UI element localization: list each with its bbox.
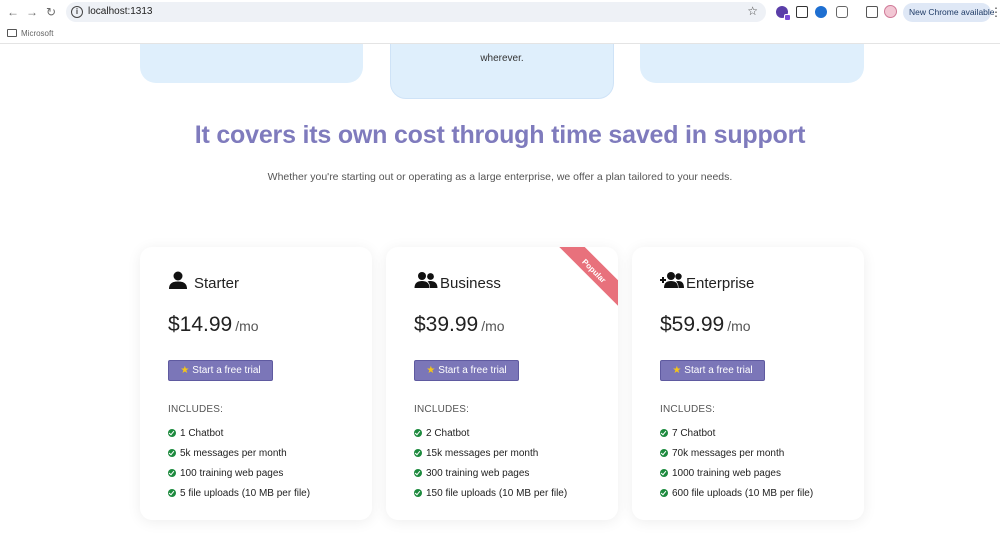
feature-text: 5k messages per month [180,447,287,459]
extension-icon[interactable] [815,6,827,18]
plan-price: $14.99/mo [168,313,259,337]
start-free-trial-button[interactable]: ★ Start a free trial [168,360,273,381]
star-icon: ★ [426,365,436,376]
folder-icon [7,29,17,37]
feature-card-text: wherever. [480,53,524,64]
list-item: 70k messages per month [660,443,813,463]
list-item: 100 training web pages [168,463,310,483]
price-amount: $14.99 [168,313,233,336]
section-headline: It covers its own cost through time save… [194,121,806,149]
check-circle-icon [168,429,176,437]
plan-name: Enterprise [686,275,755,292]
check-circle-icon [414,449,422,457]
back-arrow-icon[interactable]: ← [6,5,20,19]
plan-name: Business [440,275,501,292]
profile-avatar[interactable] [884,5,897,18]
list-item: 5k messages per month [168,443,310,463]
feature-card [640,44,864,83]
extensions-puzzle-icon[interactable] [836,6,848,18]
page-content: wherever. It covers its own cost through… [0,44,1000,544]
browser-toolbar: ← → ↻ i localhost:1313 ☆ New Chrome avai… [0,0,1000,25]
feature-text: 600 file uploads (10 MB per file) [672,487,814,499]
extension-icon[interactable] [776,6,791,21]
ribbon-label: Popular [580,257,608,285]
list-item: 150 file uploads (10 MB per file) [414,483,567,503]
users-plus-icon [660,272,684,288]
check-circle-icon [660,489,668,497]
feature-list: 2 Chatbot 15k messages per month 300 tra… [414,423,567,503]
browser-menu-icon[interactable]: ⋮ [990,4,1000,20]
star-icon: ★ [180,365,190,376]
price-period: /mo [235,318,259,334]
button-label: Start a free trial [192,365,261,376]
users-icon [414,272,438,288]
check-circle-icon [168,489,176,497]
price-amount: $59.99 [660,313,725,336]
star-icon: ★ [672,365,682,376]
feature-text: 1000 training web pages [672,467,781,479]
address-bar[interactable]: i localhost:1313 ☆ [66,2,766,22]
price-amount: $39.99 [414,313,479,336]
site-info-icon[interactable]: i [71,6,83,18]
start-free-trial-button[interactable]: ★ Start a free trial [414,360,519,381]
button-label: Start a free trial [684,365,753,376]
plan-card-starter: Starter $14.99/mo ★ Start a free trial IN… [140,247,372,520]
new-chrome-available-button[interactable]: New Chrome available [903,3,995,22]
check-circle-icon [660,429,668,437]
check-circle-icon [660,449,668,457]
price-period: /mo [481,318,505,334]
includes-label: INCLUDES: [168,404,224,415]
check-circle-icon [414,489,422,497]
plan-card-business: Popular Business $39.99/mo ★ Start a free… [386,247,618,520]
feature-text: 7 Chatbot [672,427,716,439]
plan-card-enterprise: Enterprise $59.99/mo ★ Start a free trial… [632,247,864,520]
section-subtitle: Whether you're starting out or operating… [267,171,733,183]
feature-text: 5 file uploads (10 MB per file) [180,487,311,499]
user-icon [169,271,187,289]
button-label: Start a free trial [438,365,507,376]
includes-label: INCLUDES: [414,404,470,415]
list-item: 2 Chatbot [414,423,567,443]
feature-list: 1 Chatbot 5k messages per month 100 trai… [168,423,310,503]
bookmark-star-icon[interactable]: ☆ [747,3,758,19]
list-item: 300 training web pages [414,463,567,483]
check-circle-icon [168,469,176,477]
list-item: 7 Chatbot [660,423,813,443]
list-item: 5 file uploads (10 MB per file) [168,483,310,503]
plan-price: $39.99/mo [414,313,505,337]
feature-list: 7 Chatbot 70k messages per month 1000 tr… [660,423,813,503]
feature-card [140,44,363,83]
extension-icon[interactable] [796,6,808,18]
bookmark-folder-microsoft[interactable]: Microsoft [21,28,53,40]
feature-text: 300 training web pages [426,467,530,479]
list-item: 600 file uploads (10 MB per file) [660,483,813,503]
list-item: 15k messages per month [414,443,567,463]
feature-card: wherever. [390,44,614,99]
list-item: 1000 training web pages [660,463,813,483]
list-item: 1 Chatbot [168,423,310,443]
feature-text: 15k messages per month [426,447,539,459]
popular-ribbon: Popular [556,247,618,309]
plan-price: $59.99/mo [660,313,751,337]
check-circle-icon [168,449,176,457]
check-circle-icon [660,469,668,477]
check-circle-icon [414,429,422,437]
feature-text: 2 Chatbot [426,427,470,439]
plan-name: Starter [194,275,240,292]
bookmarks-bar: Microsoft [0,25,1000,44]
feature-text: 150 file uploads (10 MB per file) [426,487,568,499]
start-free-trial-button[interactable]: ★ Start a free trial [660,360,765,381]
includes-label: INCLUDES: [660,404,716,415]
check-circle-icon [414,469,422,477]
feature-text: 1 Chatbot [180,427,224,439]
side-panel-icon[interactable] [866,6,878,18]
feature-text: 70k messages per month [672,447,785,459]
price-period: /mo [727,318,751,334]
reload-icon[interactable]: ↻ [44,5,58,19]
forward-arrow-icon[interactable]: → [25,5,39,19]
url-text[interactable]: localhost:1313 [88,5,153,19]
feature-text: 100 training web pages [180,467,284,479]
